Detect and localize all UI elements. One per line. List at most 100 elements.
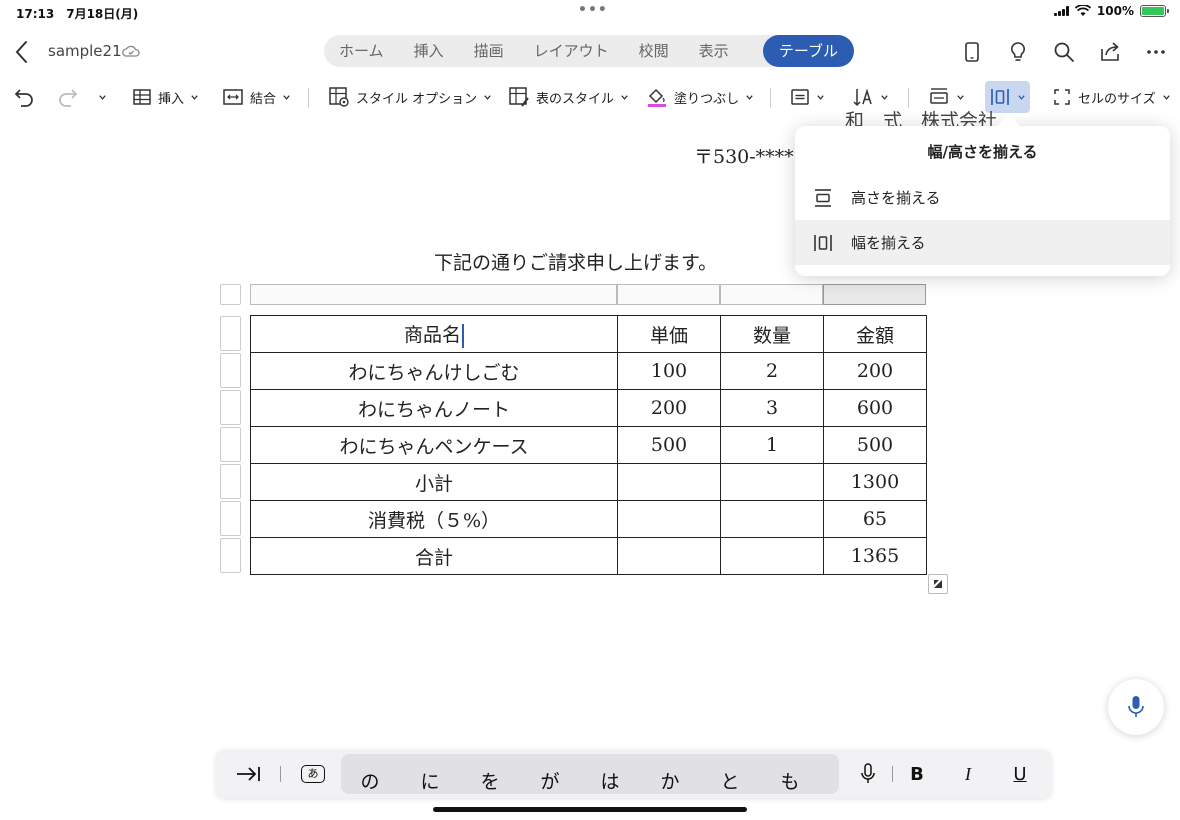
table-cell[interactable]: 65 — [823, 500, 927, 538]
table-row: 合計 1365 — [250, 537, 927, 575]
tab-home[interactable]: ホーム — [324, 35, 399, 67]
chevron-down-icon — [881, 94, 888, 100]
candidate-key[interactable]: も — [775, 767, 805, 794]
microphone-icon — [861, 763, 875, 783]
table-cell[interactable]: 消費税（５%） — [250, 500, 618, 538]
row-selector[interactable] — [220, 353, 241, 388]
tab-key[interactable] — [234, 761, 262, 787]
candidate-key[interactable]: は — [595, 767, 625, 794]
merge-button[interactable]: 結合 — [222, 82, 291, 112]
italic-key[interactable]: I — [958, 761, 978, 787]
table-cell[interactable] — [720, 537, 824, 575]
table-cell[interactable]: 3 — [720, 389, 824, 427]
table-cell[interactable]: 2 — [720, 352, 824, 390]
underline-key[interactable]: U — [1010, 761, 1030, 787]
column-selector-2[interactable] — [617, 284, 720, 305]
distribute-rows-item[interactable]: 高さを揃える — [795, 175, 1170, 220]
table-cell[interactable]: 600 — [823, 389, 927, 427]
table-cell[interactable]: 商品名 — [250, 315, 618, 353]
row-selector[interactable] — [220, 316, 241, 351]
table-cell[interactable] — [617, 537, 721, 575]
candidate-key[interactable]: を — [475, 767, 505, 794]
intro-text: 下記の通りご請求申し上げます。 — [434, 252, 718, 274]
share-icon[interactable] — [1098, 40, 1122, 64]
row-selector[interactable] — [220, 464, 241, 499]
table-cell[interactable]: 500 — [823, 426, 927, 464]
row-selector[interactable] — [220, 501, 241, 536]
candidate-key[interactable]: が — [535, 767, 565, 794]
toolbar-divider — [908, 88, 909, 108]
tab-view[interactable]: 表示 — [684, 35, 744, 67]
cell-alignment-button[interactable] — [790, 82, 825, 112]
candidate-key[interactable]: の — [355, 767, 385, 794]
table-cell[interactable]: わにちゃんペンケース — [250, 426, 618, 464]
tab-layout[interactable]: レイアウト — [519, 35, 624, 67]
table-cell[interactable]: 500 — [617, 426, 721, 464]
row-selector[interactable] — [220, 538, 241, 573]
row-selector[interactable] — [220, 427, 241, 462]
status-bar: 17:13 7月18日(月) ••• 100% — [0, 0, 1180, 24]
microphone-icon — [1128, 696, 1144, 717]
bold-key[interactable]: B — [906, 761, 928, 787]
multitasking-dots-icon[interactable]: ••• — [578, 2, 608, 18]
redo-button[interactable] — [56, 82, 80, 112]
shading-button[interactable]: 塗りつぶし — [646, 82, 754, 112]
candidate-key[interactable]: と — [715, 767, 745, 794]
table-cell[interactable]: 合計 — [250, 537, 618, 575]
lightbulb-icon[interactable] — [1006, 40, 1030, 64]
table-cell[interactable] — [617, 463, 721, 501]
table-styles-button[interactable]: 表のスタイル — [508, 82, 629, 112]
column-selector-3[interactable] — [720, 284, 823, 305]
table-cell[interactable]: 200 — [617, 389, 721, 427]
table-cell[interactable]: 小計 — [250, 463, 618, 501]
cloud-saved-icon — [122, 45, 140, 57]
more-options-icon[interactable] — [1144, 40, 1168, 64]
distribute-columns-item[interactable]: 幅を揃える — [795, 220, 1170, 265]
row-selector[interactable] — [220, 390, 241, 425]
paint-bucket-icon — [648, 88, 666, 107]
tab-review[interactable]: 校閲 — [624, 35, 684, 67]
toolbar-scroll-chevron[interactable] — [98, 82, 107, 112]
undo-button[interactable] — [12, 82, 36, 112]
tab-table[interactable]: テーブル — [762, 35, 854, 67]
cell-size-label: セルのサイズ — [1078, 91, 1156, 107]
table-cell[interactable]: わにちゃんノート — [250, 389, 618, 427]
candidate-key[interactable]: か — [655, 767, 685, 794]
back-chevron-icon[interactable] — [10, 38, 34, 66]
keyboard-shortcut-bar: あ の に を が は か と も B I U — [216, 750, 1051, 798]
mobile-view-icon[interactable] — [960, 40, 984, 64]
title-row: sample21 ホーム 挿入 描画 レイアウト 校閲 表示 テーブル — [0, 30, 1180, 74]
table-cell[interactable]: 1365 — [823, 537, 927, 575]
table-cell[interactable]: 金額 — [823, 315, 927, 353]
table-cell[interactable]: 数量 — [720, 315, 824, 353]
table-cell[interactable]: わにちゃんけしごむ — [250, 352, 618, 390]
table-header-row: 商品名 単価 数量 金額 — [250, 315, 927, 353]
column-selector-4[interactable] — [823, 284, 926, 305]
table-select-all-handle[interactable] — [220, 284, 241, 305]
search-icon[interactable] — [1052, 40, 1076, 64]
table-cell[interactable]: 100 — [617, 352, 721, 390]
table-cell[interactable]: 1300 — [823, 463, 927, 501]
insert-table-button[interactable]: 挿入 — [132, 82, 199, 112]
table-cell[interactable] — [720, 463, 824, 501]
candidate-key[interactable]: に — [415, 767, 445, 794]
cell-size-button[interactable]: セルのサイズ — [1052, 82, 1171, 112]
table-row: わにちゃんペンケース 500 1 500 — [250, 426, 927, 464]
tab-draw[interactable]: 描画 — [459, 35, 519, 67]
table-cell[interactable]: 1 — [720, 426, 824, 464]
dictation-button[interactable] — [1108, 679, 1164, 735]
table-cell[interactable]: 200 — [823, 352, 927, 390]
chevron-down-icon — [484, 94, 491, 100]
dictation-key[interactable] — [856, 761, 880, 787]
table-cell[interactable]: 単価 — [617, 315, 721, 353]
home-indicator[interactable] — [433, 807, 747, 812]
document-name[interactable]: sample21 — [48, 42, 122, 60]
style-options-button[interactable]: スタイル オプション — [328, 82, 492, 112]
chevron-down-icon — [283, 94, 290, 100]
column-selector-1[interactable] — [250, 284, 617, 305]
table-cell[interactable] — [617, 500, 721, 538]
table-cell[interactable] — [720, 500, 824, 538]
tab-insert[interactable]: 挿入 — [399, 35, 459, 67]
table-resize-handle[interactable] — [928, 574, 948, 594]
kana-key[interactable]: あ — [300, 761, 326, 787]
